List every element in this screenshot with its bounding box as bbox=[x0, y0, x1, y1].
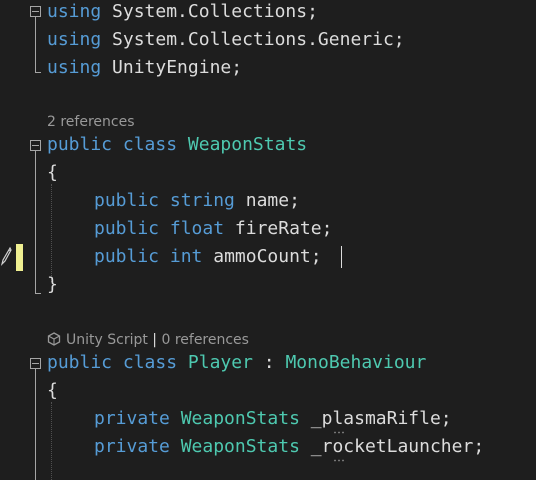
fold-end-class1 bbox=[35, 293, 41, 294]
class-name: Player bbox=[187, 352, 253, 373]
code-line-close-brace[interactable]: } bbox=[47, 271, 58, 299]
code-line-field-plasmarifle[interactable]: private WeaponStats _plasmaRifle; bbox=[94, 405, 452, 433]
fold-guide-class1 bbox=[35, 151, 36, 294]
indent-guide bbox=[51, 402, 52, 480]
field-name: name; bbox=[245, 190, 300, 211]
code-line-open-brace[interactable]: { bbox=[47, 377, 58, 405]
keyword-private: private bbox=[94, 408, 170, 429]
inheritance-colon: : bbox=[263, 352, 275, 373]
field-name: _plasmaRifle; bbox=[310, 408, 452, 429]
keyword-private: private bbox=[94, 436, 170, 457]
code-line-class-player[interactable]: public class Player : MonoBehaviour bbox=[47, 349, 426, 377]
field-name: fireRate; bbox=[234, 218, 333, 239]
keyword-using: using bbox=[47, 57, 102, 78]
code-line-using-collections[interactable]: using System.Collections; bbox=[47, 0, 318, 26]
code-line-class-weaponstats[interactable]: public class WeaponStats bbox=[47, 131, 307, 159]
keyword-using: using bbox=[47, 1, 102, 22]
code-line-field-firerate[interactable]: public float fireRate; bbox=[94, 215, 332, 243]
type-keyword: string bbox=[169, 190, 235, 211]
namespace: System.Collections; bbox=[112, 1, 318, 22]
type-name: WeaponStats bbox=[180, 408, 300, 429]
field-name: _rocketLauncher; bbox=[310, 436, 485, 457]
keyword-class: class bbox=[122, 352, 178, 373]
namespace: System.Collections.Generic; bbox=[112, 29, 405, 50]
type-name: WeaponStats bbox=[180, 436, 300, 457]
keyword-public: public bbox=[94, 246, 160, 267]
pencil-icon[interactable] bbox=[0, 244, 12, 270]
suggestion-dots bbox=[334, 459, 344, 462]
code-line-using-unity[interactable]: using UnityEngine; bbox=[47, 54, 242, 82]
references-link[interactable]: 0 references bbox=[161, 332, 249, 348]
type-keyword: int bbox=[169, 246, 203, 267]
code-line-field-ammocount[interactable]: public int ammoCount; bbox=[94, 243, 322, 271]
fold-using-icon[interactable] bbox=[30, 6, 41, 17]
open-brace: { bbox=[47, 380, 58, 401]
code-line-open-brace[interactable]: { bbox=[47, 159, 58, 187]
keyword-public: public bbox=[47, 134, 113, 155]
keyword-using: using bbox=[47, 29, 102, 50]
codelens-unity[interactable]: Unity Script | 0 references bbox=[47, 329, 249, 351]
references-link[interactable]: 2 references bbox=[47, 114, 135, 130]
code-line-using-generic[interactable]: using System.Collections.Generic; bbox=[47, 26, 405, 54]
change-marker bbox=[16, 244, 23, 271]
suggestion-dots bbox=[334, 431, 344, 434]
code-editor[interactable]: using System.Collections; using System.C… bbox=[0, 0, 536, 480]
code-line-field-rocketlauncher[interactable]: private WeaponStats _rocketLauncher; bbox=[94, 433, 484, 461]
keyword-public: public bbox=[94, 190, 160, 211]
keyword-public: public bbox=[94, 218, 160, 239]
unity-icon bbox=[47, 332, 61, 346]
keyword-class: class bbox=[122, 134, 178, 155]
fold-class2-icon[interactable] bbox=[30, 358, 41, 369]
open-brace: { bbox=[47, 162, 58, 183]
indent-guide bbox=[51, 184, 52, 282]
class-name: WeaponStats bbox=[187, 134, 308, 155]
keyword-public: public bbox=[47, 352, 113, 373]
codelens-separator: | bbox=[152, 332, 158, 348]
fold-guide-using bbox=[35, 17, 36, 73]
text-caret bbox=[341, 246, 342, 268]
field-name: ammoCount; bbox=[213, 246, 322, 267]
fold-end-using bbox=[35, 72, 41, 73]
fold-guide-class2 bbox=[35, 369, 36, 480]
code-line-field-name[interactable]: public string name; bbox=[94, 187, 300, 215]
unity-script-link[interactable]: Unity Script bbox=[66, 332, 148, 348]
base-class-name: MonoBehaviour bbox=[285, 352, 427, 373]
fold-class1-icon[interactable] bbox=[30, 140, 41, 151]
codelens-references[interactable]: 2 references bbox=[47, 111, 135, 133]
type-keyword: float bbox=[169, 218, 225, 239]
close-brace: } bbox=[47, 274, 58, 295]
namespace: UnityEngine; bbox=[112, 57, 243, 78]
